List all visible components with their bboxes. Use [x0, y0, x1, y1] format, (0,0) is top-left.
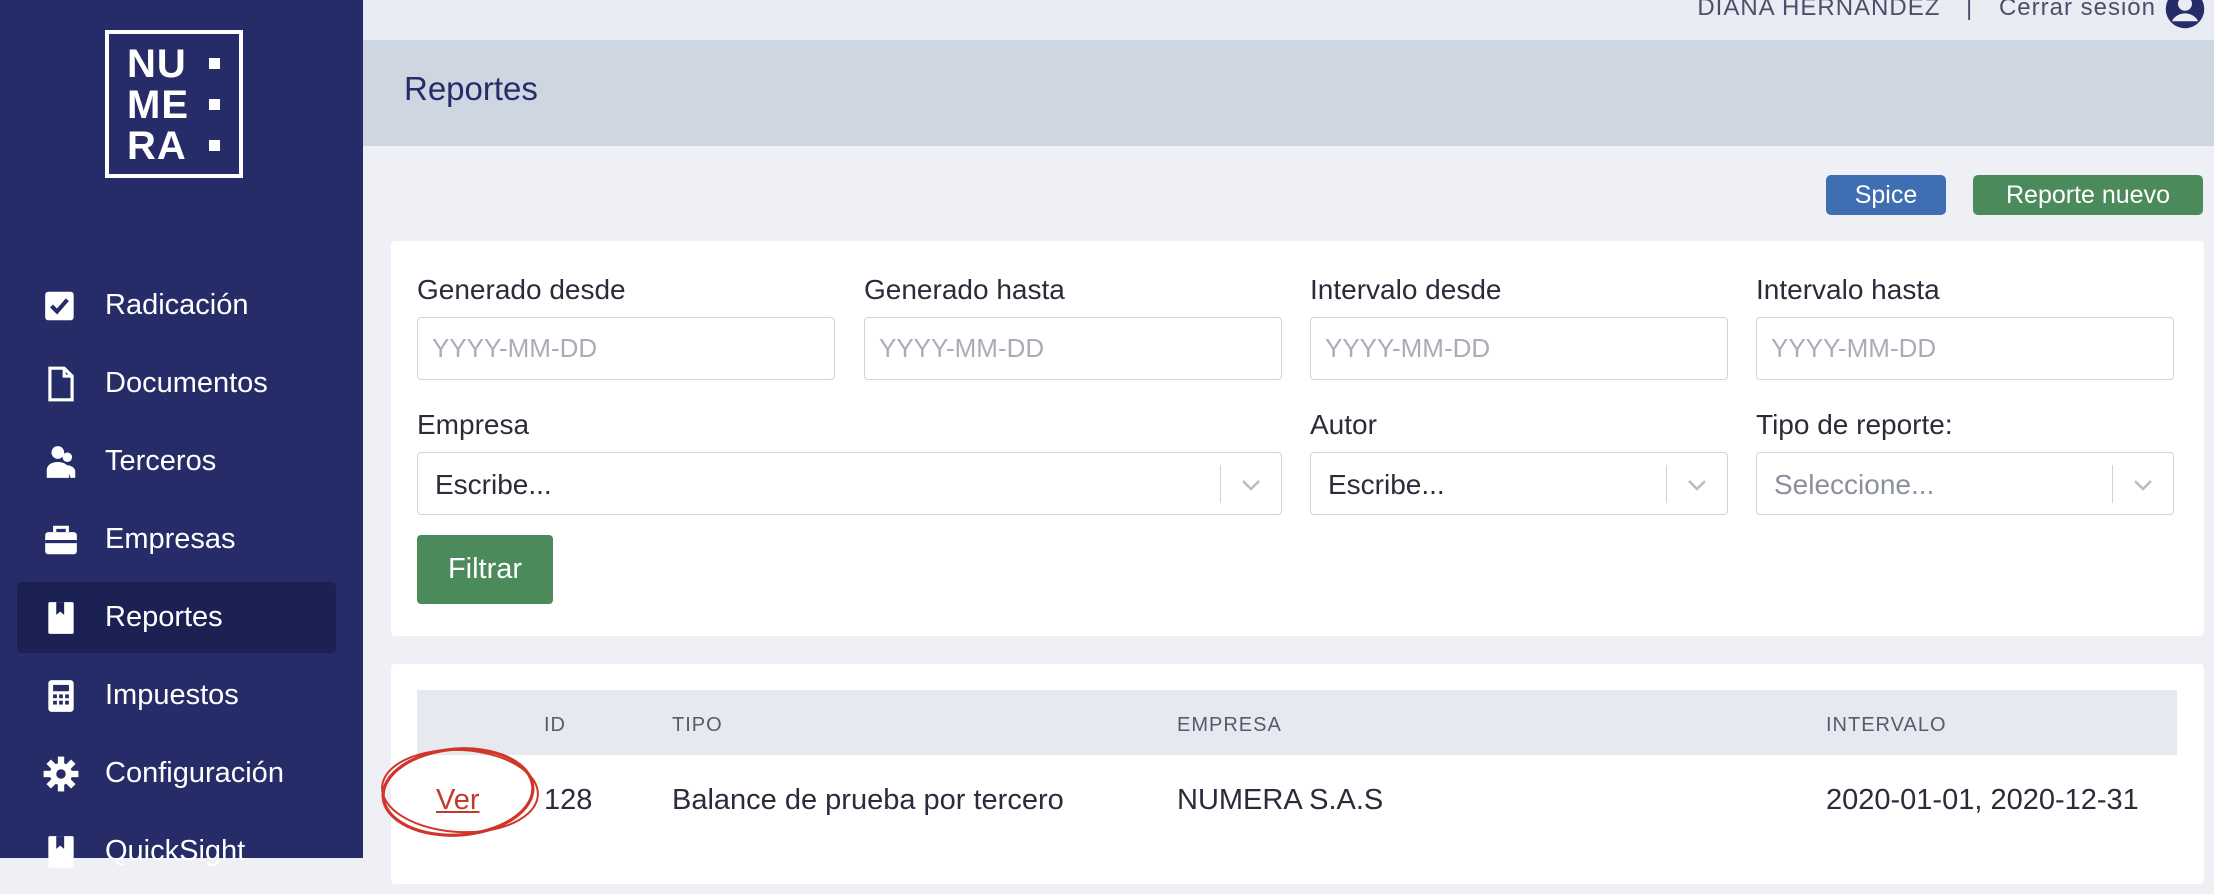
- column-header-empresa: EMPRESA: [1177, 714, 1282, 736]
- new-report-button[interactable]: Reporte nuevo: [1973, 175, 2203, 215]
- numera-logo[interactable]: NU ME RA: [105, 30, 243, 178]
- company-select-value: Escribe...: [435, 469, 552, 500]
- sidebar-item-terceros[interactable]: Terceros: [17, 426, 336, 497]
- reports-table: ID TIPO EMPRESA INTERVALO Ver 128 Balanc…: [381, 664, 2204, 884]
- sidebar-item-label: Documentos: [105, 367, 268, 399]
- column-header-intervalo: INTERVALO: [1826, 714, 1947, 736]
- sidebar-item-label: Configuración: [105, 757, 284, 789]
- generated-from-input[interactable]: [417, 317, 835, 380]
- sidebar-item-label: Reportes: [105, 601, 223, 633]
- report-type-select-value: Seleccione...: [1774, 469, 1935, 500]
- company-select[interactable]: Escribe...: [417, 452, 1282, 515]
- generated-to-label: Generado hasta: [864, 274, 1065, 305]
- sidebar-item-quicksight[interactable]: QuickSight: [17, 816, 336, 887]
- users-icon: [41, 442, 81, 482]
- generated-from-label: Generado desde: [417, 274, 626, 305]
- report-type-label: Tipo de reporte:: [1756, 409, 1953, 440]
- cell-intervalo: 2020-01-01, 2020-12-31: [1826, 784, 2139, 816]
- sidebar-item-label: QuickSight: [105, 835, 246, 867]
- author-select-value: Escribe...: [1328, 469, 1445, 500]
- view-report-link[interactable]: Ver: [436, 784, 480, 817]
- calculator-icon: [41, 676, 81, 716]
- page-title: Reportes: [404, 70, 538, 107]
- sidebar-item-empresas[interactable]: Empresas: [17, 504, 336, 575]
- column-header-tipo: TIPO: [672, 714, 723, 736]
- document-icon: [41, 364, 81, 404]
- sidebar-item-reportes[interactable]: Reportes: [17, 582, 336, 653]
- briefcase-icon: [41, 520, 81, 560]
- interval-to-input[interactable]: [1756, 317, 2174, 380]
- cell-tipo: Balance de prueba por tercero: [672, 784, 1064, 816]
- logo-dot: [209, 99, 220, 110]
- spice-button[interactable]: Spice: [1826, 175, 1946, 215]
- user-area: DIANA HERNÁNDEZ | Cerrar sesión: [1697, 0, 2156, 22]
- separator: |: [1966, 0, 1974, 21]
- logo-line-3: RA: [127, 124, 187, 168]
- checkbox-icon: [41, 286, 81, 326]
- company-label: Empresa: [417, 409, 530, 440]
- user-avatar-icon[interactable]: [2164, 0, 2206, 30]
- filters-panel: Generado desde Generado hasta Intervalo …: [391, 241, 2204, 636]
- sidebar-nav: Radicación Documentos Terceros Empresas …: [17, 270, 336, 894]
- cell-empresa: NUMERA S.A.S: [1177, 784, 1384, 816]
- table-row: Ver 128 Balance de prueba por tercero NU…: [381, 747, 2177, 865]
- sidebar-item-impuestos[interactable]: Impuestos: [17, 660, 336, 731]
- logo-dot: [209, 58, 220, 69]
- page-header: Reportes: [363, 40, 2214, 147]
- logo-dot: [209, 140, 220, 151]
- logout-link[interactable]: Cerrar sesión: [1999, 0, 2156, 21]
- book-icon: [41, 832, 81, 872]
- top-bar: DIANA HERNÁNDEZ | Cerrar sesión: [363, 0, 2214, 40]
- main-content: Spice Reporte nuevo Generado desde Gener…: [363, 146, 2214, 884]
- report-type-select[interactable]: Seleccione...: [1756, 452, 2174, 515]
- table-header: ID TIPO EMPRESA INTERVALO: [417, 690, 2177, 755]
- book-icon: [41, 598, 81, 638]
- sidebar: NU ME RA Radicación Documentos Terceros: [0, 0, 363, 868]
- interval-from-label: Intervalo desde: [1310, 274, 1502, 305]
- select-divider: [1665, 465, 1667, 503]
- sidebar-item-label: Impuestos: [105, 679, 239, 711]
- column-header-id: ID: [544, 714, 566, 736]
- sidebar-item-label: Terceros: [105, 445, 217, 477]
- sidebar-item-label: Empresas: [105, 523, 236, 555]
- interval-to-label: Intervalo hasta: [1756, 274, 1940, 305]
- interval-from-input[interactable]: [1310, 317, 1728, 380]
- logo-line-1: NU: [127, 42, 187, 86]
- chevron-down-icon[interactable]: [1685, 473, 1709, 497]
- author-label: Autor: [1310, 409, 1377, 440]
- sidebar-item-configuracion[interactable]: Configuración: [17, 738, 336, 809]
- author-select[interactable]: Escribe...: [1310, 452, 1728, 515]
- logo-line-2: ME: [127, 83, 189, 127]
- gear-icon: [41, 754, 81, 794]
- sidebar-item-radicacion[interactable]: Radicación: [17, 270, 336, 341]
- sidebar-item-documentos[interactable]: Documentos: [17, 348, 336, 419]
- select-divider: [1219, 465, 1221, 503]
- chevron-down-icon[interactable]: [2131, 473, 2155, 497]
- sidebar-item-label: Radicación: [105, 289, 249, 321]
- chevron-down-icon[interactable]: [1239, 473, 1263, 497]
- select-divider: [2111, 465, 2113, 503]
- filter-button[interactable]: Filtrar: [417, 535, 553, 604]
- generated-to-input[interactable]: [864, 317, 1282, 380]
- cell-id: 128: [544, 784, 593, 816]
- user-name: DIANA HERNÁNDEZ: [1697, 0, 1941, 21]
